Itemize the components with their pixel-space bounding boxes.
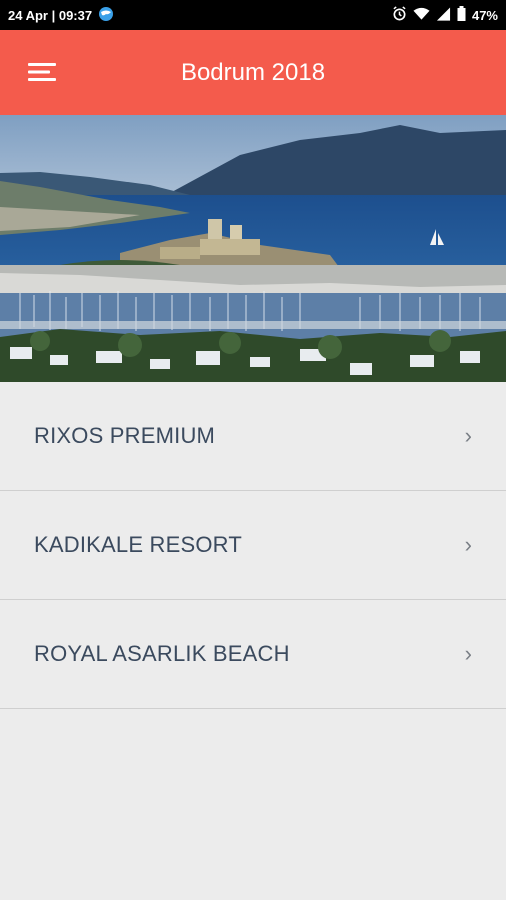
bodrum-castle-harbor-photo <box>0 115 506 382</box>
chevron-right-icon: › <box>464 532 472 557</box>
chevron-right-icon: › <box>464 641 472 666</box>
hotel-list: RIXOS PREMIUM › KADIKALE RESORT › ROYAL … <box>0 382 506 709</box>
hero-image <box>0 115 506 382</box>
hotel-label: KADIKALE RESORT <box>34 532 242 557</box>
hotel-item-royal-asarlik-beach[interactable]: ROYAL ASARLIK BEACH › <box>0 600 506 709</box>
status-bar: 24 Apr | 09:37 47% <box>0 0 506 30</box>
hotel-label: ROYAL ASARLIK BEACH <box>34 641 290 666</box>
hotel-item-kadikale-resort[interactable]: KADIKALE RESORT › <box>0 491 506 600</box>
battery-percent: 47% <box>471 7 498 23</box>
status-datetime: 24 Apr | 09:37 <box>8 7 93 23</box>
chevron-right-icon: › <box>464 423 472 448</box>
hotel-label: RIXOS PREMIUM <box>34 423 216 448</box>
page-title: Bodrum 2018 <box>180 58 326 86</box>
hotel-item-rixos-premium[interactable]: RIXOS PREMIUM › <box>0 382 506 491</box>
battery-icon <box>457 6 466 24</box>
app-bar: Bodrum 2018 <box>0 30 506 115</box>
hamburger-menu-button[interactable] <box>24 56 60 88</box>
signal-icon <box>436 6 451 24</box>
alarm-icon <box>392 6 407 24</box>
globe-icon <box>98 6 114 25</box>
wifi-icon <box>413 7 430 24</box>
hamburger-menu-icon <box>28 63 56 81</box>
